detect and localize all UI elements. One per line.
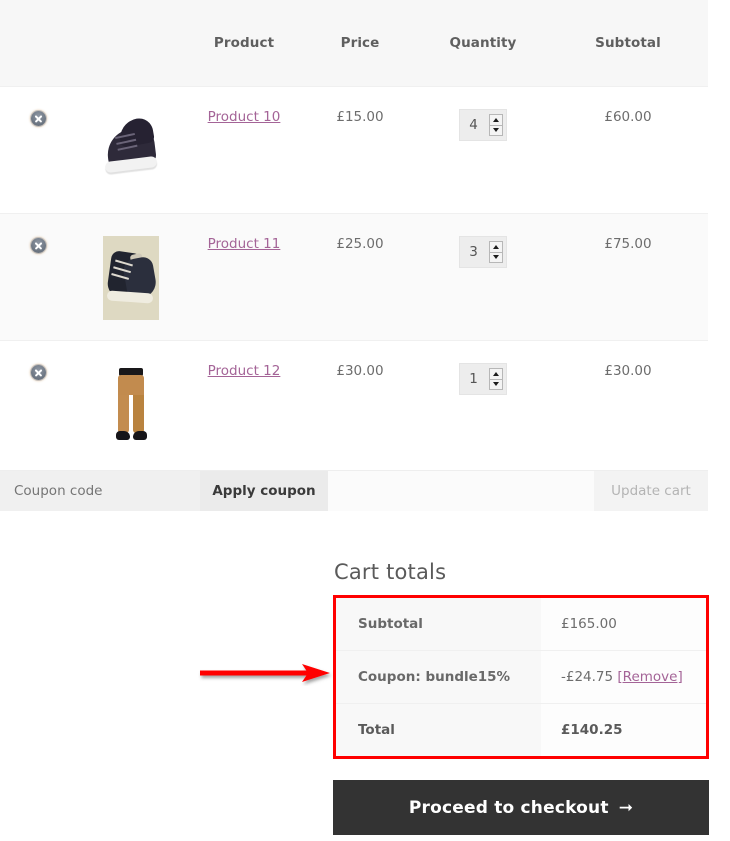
cart-totals-heading: Cart totals (334, 560, 447, 584)
header-price: Price (302, 0, 418, 87)
cell-quantity: 1 (418, 340, 548, 467)
totals-value-subtotal: £165.00 (541, 598, 706, 651)
totals-label-subtotal: Subtotal (336, 598, 541, 651)
cell-thumbnail (76, 340, 186, 467)
quantity-increment-icon[interactable] (490, 369, 502, 380)
quantity-stepper[interactable]: 1 (459, 363, 507, 395)
cart-table: Product Price Quantity Subtotal Product … (0, 0, 708, 467)
quantity-spinner[interactable] (489, 114, 503, 136)
quantity-input[interactable]: 3 (460, 244, 489, 260)
coupon-code-input[interactable] (0, 471, 200, 511)
cart-actions-row: Apply coupon Update cart (0, 470, 708, 511)
cell-price: £30.00 (302, 340, 418, 467)
cart-table-body: Product 10 £15.00 4 £60.00 Product 11 £2… (0, 86, 708, 467)
cell-thumbnail (76, 86, 186, 214)
cell-quantity: 3 (418, 213, 548, 341)
cart-totals-table: Subtotal £165.00 Coupon: bundle15% -£24.… (336, 598, 706, 756)
cell-subtotal: £60.00 (548, 86, 708, 214)
product-link[interactable]: Product 10 (208, 109, 281, 125)
cart-header-row: Product Price Quantity Subtotal (0, 0, 708, 87)
quantity-decrement-icon[interactable] (490, 253, 502, 263)
proceed-to-checkout-button[interactable]: Proceed to checkout ➞ (333, 780, 709, 835)
product-price: £25.00 (336, 236, 384, 252)
totals-row-coupon: Coupon: bundle15% -£24.75 [Remove] (336, 649, 706, 704)
cell-remove (0, 340, 76, 467)
header-quantity: Quantity (418, 0, 548, 87)
red-rectangle-highlight: Subtotal £165.00 Coupon: bundle15% -£24.… (333, 595, 709, 759)
product-subtotal: £75.00 (604, 236, 652, 252)
cell-product-name: Product 12 (186, 340, 302, 467)
apply-coupon-button[interactable]: Apply coupon (200, 471, 328, 511)
product-price: £30.00 (336, 363, 384, 379)
arrow-right-icon: ➞ (618, 797, 634, 818)
remove-circle-icon[interactable] (30, 365, 46, 380)
actions-spacer (328, 471, 594, 511)
cell-price: £25.00 (302, 213, 418, 341)
quantity-decrement-icon[interactable] (490, 380, 502, 390)
quantity-stepper[interactable]: 3 (459, 236, 507, 268)
cell-subtotal: £30.00 (548, 340, 708, 467)
quantity-spinner[interactable] (489, 368, 503, 390)
header-thumbnail (76, 0, 186, 87)
totals-row-total: Total £140.25 (336, 703, 706, 756)
cell-remove (0, 213, 76, 341)
cell-price: £15.00 (302, 86, 418, 214)
table-row: Product 12 £30.00 1 £30.00 (0, 340, 708, 467)
quantity-stepper[interactable]: 4 (459, 109, 507, 141)
cart-totals-section: Cart totals Subtotal £165.00 Coupon: bun… (333, 560, 709, 759)
red-arrow-pointing-right (200, 664, 330, 682)
cart-table-head: Product Price Quantity Subtotal (0, 0, 708, 87)
product-price: £15.00 (336, 109, 384, 125)
update-cart-button[interactable]: Update cart (594, 471, 708, 511)
totals-row-subtotal: Subtotal £165.00 (336, 598, 706, 651)
product-link[interactable]: Product 12 (208, 363, 281, 379)
totals-label-coupon: Coupon: bundle15% (336, 649, 541, 704)
quantity-spinner[interactable] (489, 241, 503, 263)
coupon-discount-amount: -£24.75 (561, 668, 614, 685)
product-subtotal: £60.00 (604, 109, 652, 125)
remove-circle-icon[interactable] (30, 238, 46, 253)
totals-value-coupon: -£24.75 [Remove] (541, 649, 706, 704)
product-thumbnail-image[interactable] (103, 109, 159, 193)
product-subtotal: £30.00 (604, 363, 652, 379)
quantity-input[interactable]: 4 (460, 117, 489, 133)
cell-quantity: 4 (418, 86, 548, 214)
cell-product-name: Product 10 (186, 86, 302, 214)
totals-label-total: Total (336, 703, 541, 756)
product-link[interactable]: Product 11 (208, 236, 281, 252)
header-subtotal: Subtotal (548, 0, 708, 87)
header-remove (0, 0, 76, 87)
product-thumbnail-image[interactable] (103, 236, 159, 320)
cell-subtotal: £75.00 (548, 213, 708, 341)
cell-product-name: Product 11 (186, 213, 302, 341)
quantity-increment-icon[interactable] (490, 115, 502, 126)
total-amount: £140.25 (561, 722, 623, 739)
remove-coupon-link[interactable]: [Remove] (617, 669, 682, 685)
table-row: Product 10 £15.00 4 £60.00 (0, 86, 708, 214)
totals-value-total: £140.25 (541, 703, 706, 756)
quantity-input[interactable]: 1 (460, 371, 489, 387)
table-row: Product 11 £25.00 3 £75.00 (0, 213, 708, 341)
quantity-increment-icon[interactable] (490, 242, 502, 253)
cell-thumbnail (76, 213, 186, 341)
subtotal-amount: £165.00 (561, 615, 617, 632)
cart-table-container: Product Price Quantity Subtotal Product … (0, 0, 708, 467)
cell-remove (0, 86, 76, 214)
header-product: Product (186, 0, 302, 87)
remove-circle-icon[interactable] (30, 111, 46, 126)
quantity-decrement-icon[interactable] (490, 126, 502, 136)
product-thumbnail-image[interactable] (103, 363, 159, 447)
checkout-label: Proceed to checkout (408, 797, 609, 818)
